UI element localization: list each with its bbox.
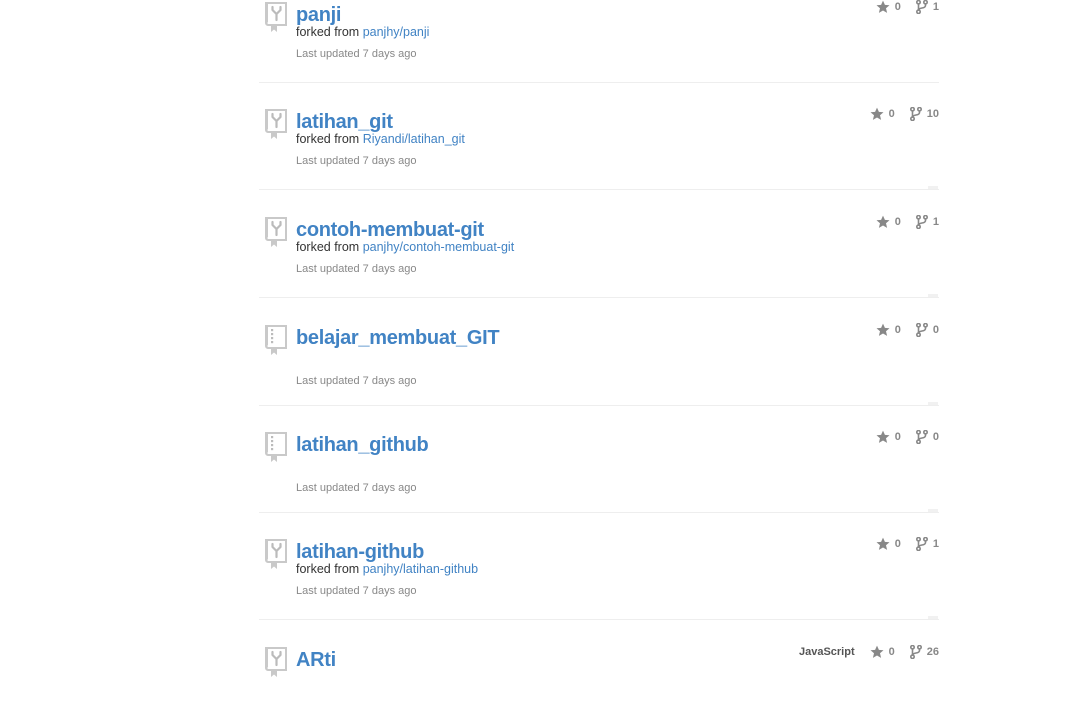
- repo-list-item: ARti JavaScript 0 26: [259, 620, 939, 727]
- repo-forked-icon: [262, 646, 288, 680]
- repo-forked-icon: [262, 108, 288, 142]
- forks-link[interactable]: 1: [915, 215, 939, 229]
- fork-icon: [915, 430, 933, 444]
- forked-from-label: forked from: [296, 562, 360, 576]
- stargazers-link[interactable]: 0: [876, 430, 901, 444]
- star-count: 0: [894, 1, 901, 13]
- repository-list: panji forked from panjhy/panji Last update…: [0, 0, 1082, 677]
- last-updated-text: Last updated 7 days ago: [296, 155, 417, 167]
- repo-stats: 0 10: [870, 106, 939, 122]
- forked-from-label: forked from: [296, 25, 360, 39]
- repo-stats: 00: [876, 322, 939, 338]
- repo-list-item: belajar_membuat_GIT Last updated 7 days a…: [259, 298, 939, 406]
- stargazers-link[interactable]: 0: [870, 645, 895, 659]
- fork-count: 1: [932, 538, 939, 550]
- star-count: 0: [888, 108, 895, 120]
- repo-forked-icon: [262, 216, 288, 250]
- last-updated-text: Last updated 7 days ago: [296, 263, 417, 275]
- repo-list-item: latihan_github Last updated 7 days ago 0 0: [259, 405, 939, 513]
- stargazers-link[interactable]: 0: [876, 323, 901, 337]
- repo-stats: 01: [876, 536, 939, 552]
- repo-forked-icon: [262, 538, 288, 572]
- activity-graph-stub: [928, 616, 938, 619]
- repo-list-item: latihan-github forked from panjhy/latihan…: [259, 512, 939, 620]
- star-icon: [870, 645, 889, 659]
- repo-forked-icon: [262, 1, 288, 35]
- repo-name-link[interactable]: ARti: [296, 647, 336, 673]
- forked-from-link[interactable]: Riyandi/latihan_git: [363, 132, 465, 146]
- last-updated-text: Last updated 7 days ago: [296, 482, 417, 494]
- repo-name-link[interactable]: latihan_github: [296, 432, 429, 458]
- forks-link[interactable]: 1: [915, 537, 939, 551]
- fork-icon: [909, 107, 927, 121]
- repo-language: JavaScript: [798, 646, 855, 658]
- forked-from-label: forked from: [296, 240, 360, 254]
- fork-count: 10: [926, 108, 939, 120]
- star-icon: [876, 215, 895, 229]
- star-count: 0: [888, 646, 895, 658]
- activity-graph-stub: [928, 186, 938, 189]
- forks-link[interactable]: 10: [909, 107, 939, 121]
- forks-link[interactable]: 1: [915, 0, 939, 14]
- last-updated-text: Last updated 7 days ago: [296, 585, 417, 597]
- forked-from-text: forked from panjhy/panji: [296, 25, 429, 39]
- fork-count: 1: [932, 216, 939, 228]
- repo-icon: [262, 324, 288, 358]
- forks-link[interactable]: 0: [915, 323, 939, 337]
- star-icon: [876, 0, 895, 14]
- stargazers-link[interactable]: 0: [876, 537, 901, 551]
- activity-graph-stub: [928, 294, 938, 297]
- repo-stats: 00: [876, 429, 939, 445]
- forked-from-label: forked from: [296, 132, 360, 146]
- repo-icon: [262, 431, 288, 465]
- repo-stats: 01: [876, 214, 939, 230]
- forked-from-link[interactable]: panjhy/contoh-membuat-git: [363, 240, 514, 254]
- stargazers-link[interactable]: 0: [870, 107, 895, 121]
- forks-link[interactable]: 0: [915, 430, 939, 444]
- star-count: 0: [894, 431, 901, 443]
- star-count: 0: [894, 324, 901, 336]
- forked-from-text: forked from panjhy/contoh-membuat-git: [296, 240, 514, 254]
- fork-icon: [915, 537, 933, 551]
- repo-list-item: latihan_git forked from Riyandi/latihan_g…: [259, 82, 939, 190]
- fork-count: 26: [926, 646, 939, 658]
- repo-name-link[interactable]: belajar_membuat_GIT: [296, 325, 500, 351]
- star-count: 0: [894, 216, 901, 228]
- repo-stats: JavaScript 0 26: [799, 644, 939, 660]
- star-count: 0: [894, 538, 901, 550]
- last-updated-text: Last updated 7 days ago: [296, 375, 417, 387]
- star-icon: [870, 107, 889, 121]
- stargazers-link[interactable]: 0: [876, 215, 901, 229]
- star-icon: [876, 430, 895, 444]
- forked-from-text: forked from panjhy/latihan-github: [296, 562, 478, 576]
- fork-icon: [915, 0, 933, 14]
- forked-from-link[interactable]: panjhy/panji: [363, 25, 430, 39]
- repo-list-item: contoh-membuat-git forked from panjhy/con…: [259, 190, 939, 298]
- fork-count: 0: [932, 431, 939, 443]
- forked-from-text: forked from Riyandi/latihan_git: [296, 132, 465, 146]
- forked-from-link[interactable]: panjhy/latihan-github: [363, 562, 478, 576]
- last-updated-text: Last updated 7 days ago: [296, 48, 417, 60]
- star-icon: [876, 537, 895, 551]
- fork-icon: [909, 645, 927, 659]
- fork-icon: [915, 215, 933, 229]
- star-icon: [876, 323, 895, 337]
- fork-count: 0: [932, 324, 939, 336]
- forks-link[interactable]: 26: [909, 645, 939, 659]
- repo-list-item: panji forked from panjhy/panji Last update…: [259, 0, 939, 83]
- repo-stats: 01: [876, 0, 939, 15]
- stargazers-link[interactable]: 0: [876, 0, 901, 14]
- fork-icon: [915, 323, 933, 337]
- fork-count: 1: [932, 1, 939, 13]
